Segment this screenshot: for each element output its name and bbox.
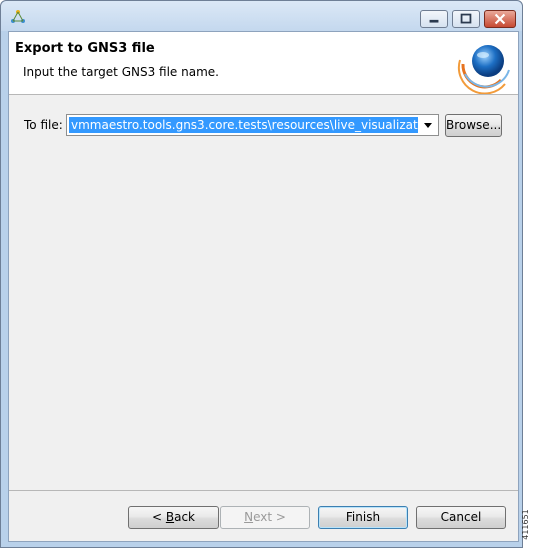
- figure-id-text: 411651: [520, 509, 530, 540]
- globe-logo-icon: [457, 45, 510, 94]
- back-mnemonic: B: [165, 510, 175, 524]
- close-icon: [494, 13, 506, 25]
- finish-button[interactable]: Finish: [318, 506, 408, 529]
- back-button[interactable]: < Back: [128, 506, 219, 529]
- to-file-combo[interactable]: vmmaestro.tools.gns3.core.tests\resource…: [66, 114, 439, 136]
- cancel-button[interactable]: Cancel: [416, 506, 506, 529]
- dialog-body: Export to GNS3 file Input the target GNS…: [8, 31, 519, 542]
- wizard-header: Export to GNS3 file Input the target GNS…: [9, 32, 518, 95]
- title-bar[interactable]: [1, 1, 522, 31]
- dialog-window: Export to GNS3 file Input the target GNS…: [0, 0, 523, 548]
- footer-separator: [9, 490, 518, 491]
- maximize-button[interactable]: [452, 10, 480, 28]
- page-title: Export to GNS3 file: [15, 41, 155, 56]
- to-file-value[interactable]: vmmaestro.tools.gns3.core.tests\resource…: [69, 117, 418, 133]
- next-button[interactable]: Next >: [220, 506, 310, 529]
- page-description: Input the target GNS3 file name.: [23, 65, 219, 79]
- app-icon: [11, 10, 25, 23]
- back-prefix: <: [151, 510, 166, 524]
- minimize-button[interactable]: [420, 10, 448, 28]
- chevron-down-icon[interactable]: [418, 115, 438, 135]
- next-mnemonic: N: [244, 510, 254, 524]
- maximize-icon: [460, 13, 472, 24]
- next-rest: ext >: [253, 510, 286, 524]
- back-rest: ack: [174, 510, 195, 524]
- close-button[interactable]: [484, 10, 516, 28]
- figure-id: 411651: [520, 506, 534, 546]
- minimize-icon: [429, 19, 439, 23]
- browse-button[interactable]: Browse...: [445, 114, 502, 137]
- to-file-label: To file:: [24, 118, 63, 132]
